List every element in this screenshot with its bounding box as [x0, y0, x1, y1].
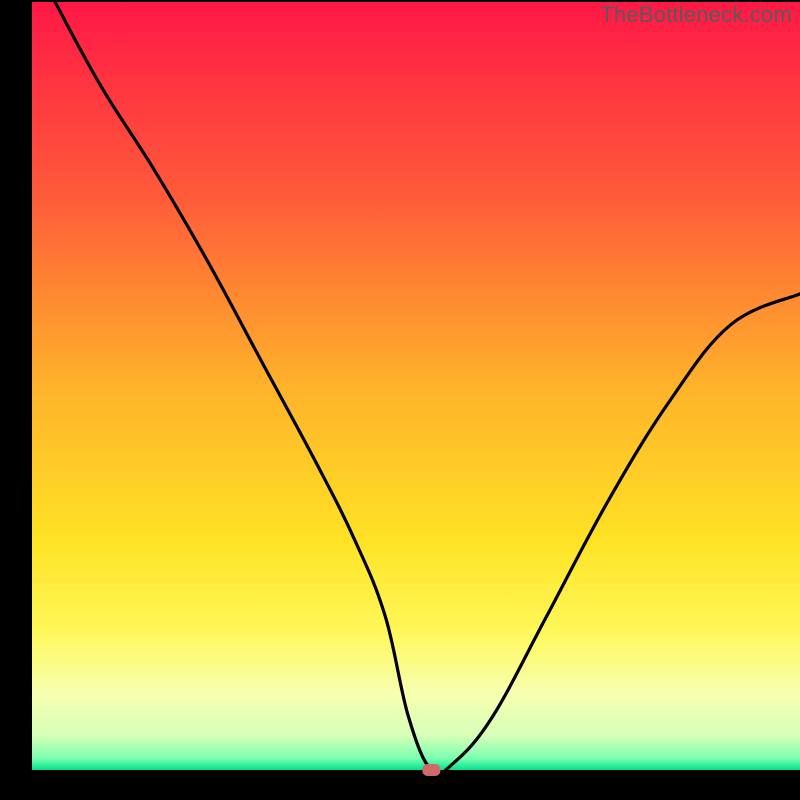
optimum-marker: [422, 764, 440, 776]
chart-frame: TheBottleneck.com: [0, 0, 800, 800]
chart-svg: [0, 0, 800, 800]
plot-background: [32, 2, 800, 770]
watermark-text: TheBottleneck.com: [600, 2, 792, 28]
